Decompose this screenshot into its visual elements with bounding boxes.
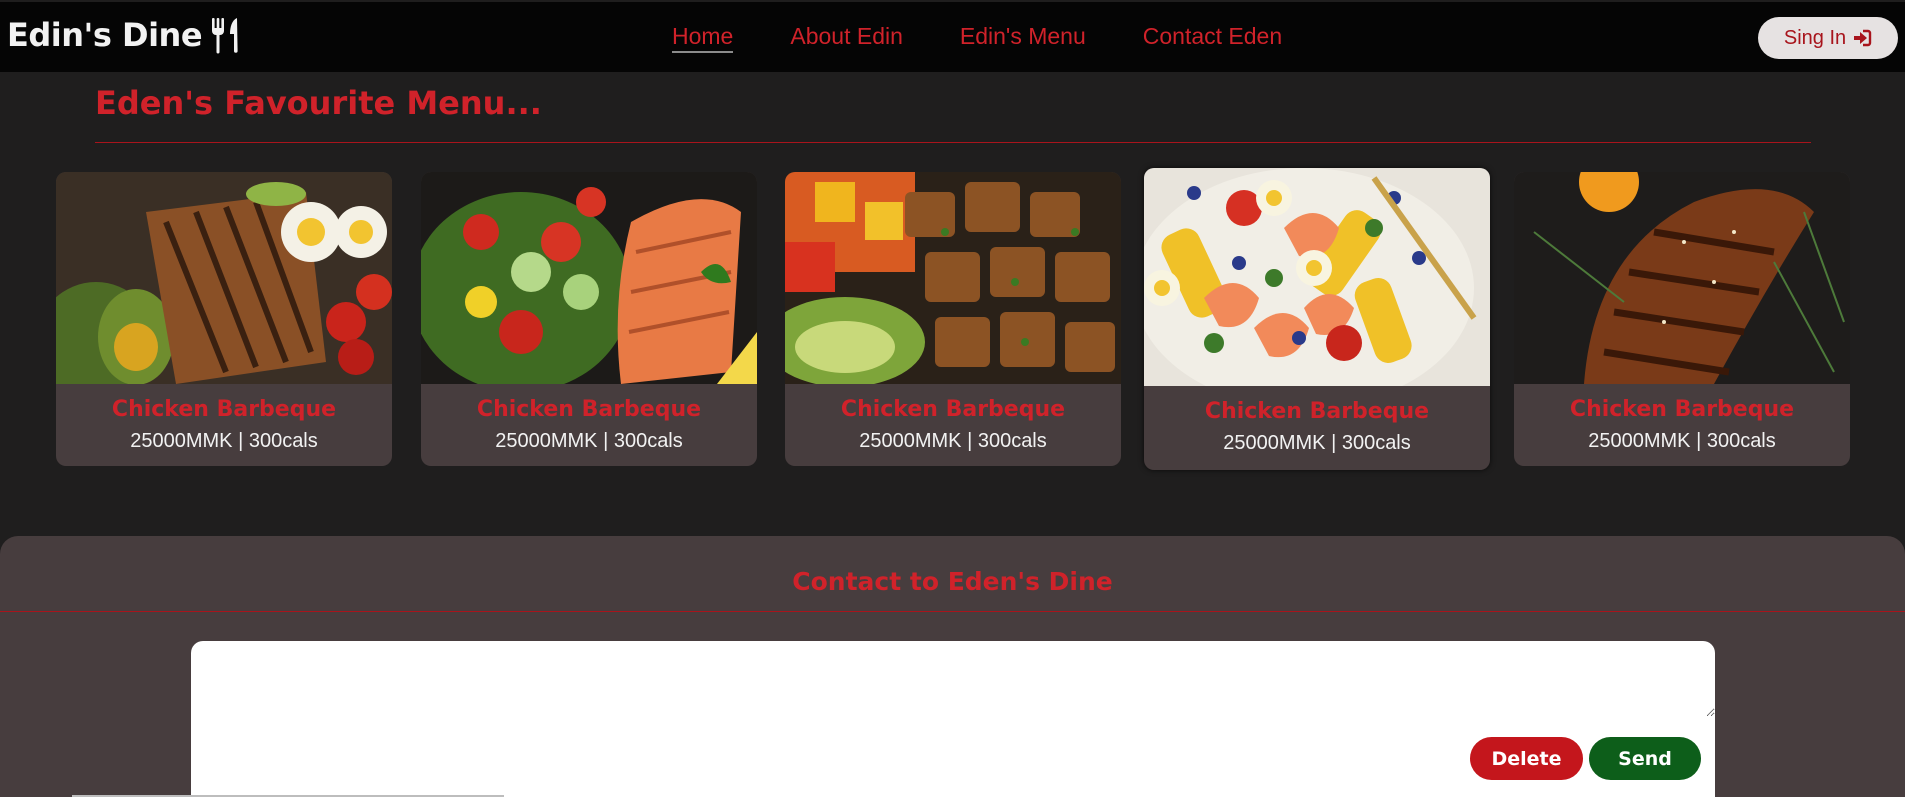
menu-card[interactable]: Chicken Barbeque 25000MMK | 300cals	[1144, 168, 1490, 470]
food-photo	[1514, 172, 1850, 384]
card-price-calories: 25000MMK | 300cals	[495, 430, 683, 452]
food-photo	[1144, 168, 1490, 386]
utensils-icon	[212, 18, 238, 54]
page: Edin's Dine Home About Edin Edin's Menu …	[0, 0, 1905, 797]
nav-link-home[interactable]: Home	[672, 23, 734, 53]
title-divider	[95, 142, 1811, 143]
brand-name: Edin's Dine	[7, 16, 203, 54]
card-title: Chicken Barbeque	[840, 397, 1066, 422]
card-price-calories: 25000MMK | 300cals	[859, 430, 1047, 452]
nav-link-about[interactable]: About Edin	[790, 23, 903, 53]
nav-link-contact[interactable]: Contact Eden	[1143, 23, 1282, 53]
menu-card[interactable]: Chicken Barbeque 25000MMK | 300cals	[421, 172, 757, 466]
nav-link-menu[interactable]: Edin's Menu	[960, 23, 1086, 53]
food-photo	[785, 172, 1121, 384]
card-price-calories: 25000MMK | 300cals	[130, 430, 318, 452]
nav-links: Home About Edin Edin's Menu Contact Eden	[672, 23, 1282, 53]
card-title: Chicken Barbeque	[111, 397, 337, 422]
favourites-title: Eden's Favourite Menu...	[95, 84, 542, 122]
sign-in-label: Sing In	[1783, 26, 1847, 49]
card-title: Chicken Barbeque	[1204, 399, 1430, 424]
contact-divider	[0, 611, 1905, 612]
contact-section: Contact to Eden's Dine Delete Send	[0, 536, 1905, 797]
card-title: Chicken Barbeque	[1569, 397, 1795, 422]
food-photo	[56, 172, 392, 384]
menu-card[interactable]: Chicken Barbeque 25000MMK | 300cals	[785, 172, 1121, 466]
contact-title: Contact to Eden's Dine	[792, 567, 1113, 596]
menu-card[interactable]: Chicken Barbeque 25000MMK | 300cals	[1514, 172, 1850, 466]
navbar: Edin's Dine Home About Edin Edin's Menu …	[0, 2, 1905, 72]
delete-button[interactable]: Delete	[1470, 737, 1583, 780]
brand[interactable]: Edin's Dine	[7, 16, 244, 54]
message-form: Delete Send	[191, 641, 1715, 797]
menu-card[interactable]: Chicken Barbeque 25000MMK | 300cals	[56, 172, 392, 466]
sign-in-button[interactable]: Sing In	[1758, 17, 1898, 59]
message-input[interactable]	[191, 641, 1715, 717]
card-price-calories: 25000MMK | 300cals	[1588, 430, 1776, 452]
send-button[interactable]: Send	[1589, 737, 1701, 780]
sign-in-icon	[1854, 29, 1872, 47]
food-photo	[421, 172, 757, 384]
card-title: Chicken Barbeque	[476, 397, 702, 422]
card-price-calories: 25000MMK | 300cals	[1223, 432, 1411, 454]
